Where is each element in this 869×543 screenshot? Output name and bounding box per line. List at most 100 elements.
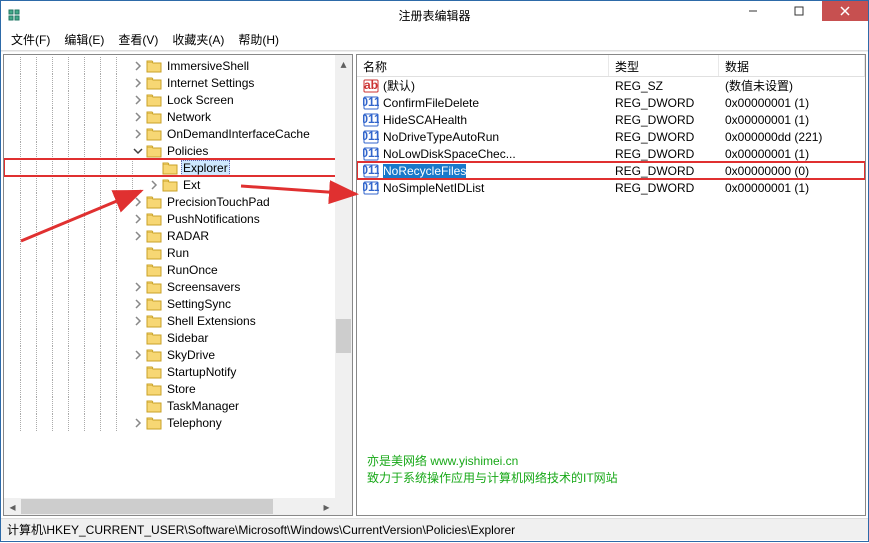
expander-icon[interactable]: [132, 111, 144, 123]
expander-icon[interactable]: [132, 383, 144, 395]
tree-item[interactable]: ImmersiveShell: [4, 57, 352, 74]
value-type: REG_DWORD: [609, 130, 719, 144]
expander-icon[interactable]: [132, 60, 144, 72]
expander-icon[interactable]: [132, 298, 144, 310]
expander-icon[interactable]: [132, 128, 144, 140]
folder-icon: [146, 348, 162, 362]
scroll-up-icon[interactable]: ▴: [335, 55, 352, 72]
value-name: NoRecycleFiles: [383, 164, 466, 178]
scroll-corner: [335, 498, 352, 515]
tree-item[interactable]: Ext: [4, 176, 352, 193]
value-data: 0x00000001 (1): [719, 113, 865, 127]
tree-item[interactable]: Internet Settings: [4, 74, 352, 91]
expander-icon[interactable]: [132, 417, 144, 429]
expander-icon[interactable]: [132, 264, 144, 276]
tree-item-label: Policies: [165, 144, 210, 158]
svg-text:011: 011: [363, 163, 379, 177]
expander-icon[interactable]: [132, 281, 144, 293]
tree-item-label: Internet Settings: [165, 76, 256, 90]
menu-view[interactable]: 查看(V): [112, 29, 164, 50]
window-title: 注册表编辑器: [398, 7, 470, 24]
expander-icon[interactable]: [132, 366, 144, 378]
tree-item[interactable]: Policies: [4, 142, 352, 159]
tree-item[interactable]: PrecisionTouchPad: [4, 193, 352, 210]
list-row[interactable]: 011NoDriveTypeAutoRunREG_DWORD0x000000dd…: [357, 128, 865, 145]
list-row[interactable]: 011NoLowDiskSpaceChec...REG_DWORD0x00000…: [357, 145, 865, 162]
tree-item-label: Ext: [181, 178, 202, 192]
value-type: REG_DWORD: [609, 147, 719, 161]
expander-icon[interactable]: [148, 179, 160, 191]
list-row[interactable]: 011ConfirmFileDeleteREG_DWORD0x00000001 …: [357, 94, 865, 111]
tree-item[interactable]: RADAR: [4, 227, 352, 244]
tree-item[interactable]: SkyDrive: [4, 346, 352, 363]
maximize-button[interactable]: [776, 1, 822, 21]
scroll-left-icon[interactable]: ◂: [4, 498, 21, 515]
list-row[interactable]: ab(默认)REG_SZ(数值未设置): [357, 77, 865, 94]
tree-item[interactable]: RunOnce: [4, 261, 352, 278]
tree-item[interactable]: OnDemandInterfaceCache: [4, 125, 352, 142]
expander-icon[interactable]: [132, 213, 144, 225]
close-button[interactable]: [822, 1, 868, 21]
tree-item-label: StartupNotify: [165, 365, 238, 379]
tree-item-label: Explorer: [181, 160, 230, 176]
folder-icon: [146, 229, 162, 243]
tree-scrollbar-vertical[interactable]: ▴ ▾: [335, 55, 352, 515]
folder-icon: [146, 127, 162, 141]
folder-icon: [146, 314, 162, 328]
list-pane[interactable]: 名称 类型 数据 ab(默认)REG_SZ(数值未设置)011ConfirmFi…: [356, 54, 866, 516]
value-icon: 011: [363, 163, 379, 179]
titlebar: 注册表编辑器: [1, 1, 868, 29]
tree-item[interactable]: Store: [4, 380, 352, 397]
menu-favorites[interactable]: 收藏夹(A): [166, 29, 230, 50]
tree-item[interactable]: Telephony: [4, 414, 352, 431]
tree-pane[interactable]: ImmersiveShell Internet SettingsLock Scre…: [3, 54, 353, 516]
minimize-button[interactable]: [730, 1, 776, 21]
tree-item[interactable]: Run: [4, 244, 352, 261]
value-name: NoLowDiskSpaceChec...: [383, 147, 516, 161]
menu-help[interactable]: 帮助(H): [232, 29, 285, 50]
tree-item[interactable]: Explorer: [4, 159, 352, 176]
svg-text:011: 011: [363, 146, 379, 160]
folder-icon: [146, 59, 162, 73]
column-header-name[interactable]: 名称: [357, 55, 609, 76]
tree-item[interactable]: StartupNotify: [4, 363, 352, 380]
expander-icon[interactable]: [132, 332, 144, 344]
value-data: 0x000000dd (221): [719, 130, 865, 144]
menu-file[interactable]: 文件(F): [5, 29, 56, 50]
tree-scrollbar-horizontal[interactable]: ◂ ▸: [4, 498, 335, 515]
list-row[interactable]: 011NoRecycleFilesREG_DWORD0x00000000 (0): [357, 162, 865, 179]
tree-item-label: Run: [165, 246, 191, 260]
expander-icon[interactable]: [132, 400, 144, 412]
expander-icon[interactable]: [132, 77, 144, 89]
expander-icon[interactable]: [132, 145, 144, 157]
tree-item[interactable]: SettingSync: [4, 295, 352, 312]
menu-edit[interactable]: 编辑(E): [58, 29, 110, 50]
expander-icon[interactable]: [132, 349, 144, 361]
expander-icon[interactable]: [132, 196, 144, 208]
value-type: REG_DWORD: [609, 96, 719, 110]
registry-tree: ImmersiveShell Internet SettingsLock Scre…: [4, 55, 352, 433]
tree-item[interactable]: Screensavers: [4, 278, 352, 295]
column-header-type[interactable]: 类型: [609, 55, 719, 76]
list-row[interactable]: 011NoSimpleNetIDListREG_DWORD0x00000001 …: [357, 179, 865, 196]
tree-item-label: SkyDrive: [165, 348, 217, 362]
svg-text:011: 011: [363, 129, 379, 143]
tree-item[interactable]: Shell Extensions: [4, 312, 352, 329]
list-row[interactable]: 011HideSCAHealthREG_DWORD0x00000001 (1): [357, 111, 865, 128]
expander-icon[interactable]: [148, 162, 160, 174]
scroll-right-icon[interactable]: ▸: [318, 498, 335, 515]
tree-item-label: Shell Extensions: [165, 314, 258, 328]
tree-item[interactable]: TaskManager: [4, 397, 352, 414]
tree-item[interactable]: Lock Screen: [4, 91, 352, 108]
folder-icon: [146, 263, 162, 277]
expander-icon[interactable]: [132, 247, 144, 259]
column-header-data[interactable]: 数据: [719, 55, 865, 76]
tree-item[interactable]: Sidebar: [4, 329, 352, 346]
expander-icon[interactable]: [132, 230, 144, 242]
expander-icon[interactable]: [132, 94, 144, 106]
tree-item[interactable]: PushNotifications: [4, 210, 352, 227]
expander-icon[interactable]: [132, 315, 144, 327]
statusbar-path: 计算机\HKEY_CURRENT_USER\Software\Microsoft…: [7, 521, 515, 538]
tree-item[interactable]: Network: [4, 108, 352, 125]
folder-icon: [146, 416, 162, 430]
